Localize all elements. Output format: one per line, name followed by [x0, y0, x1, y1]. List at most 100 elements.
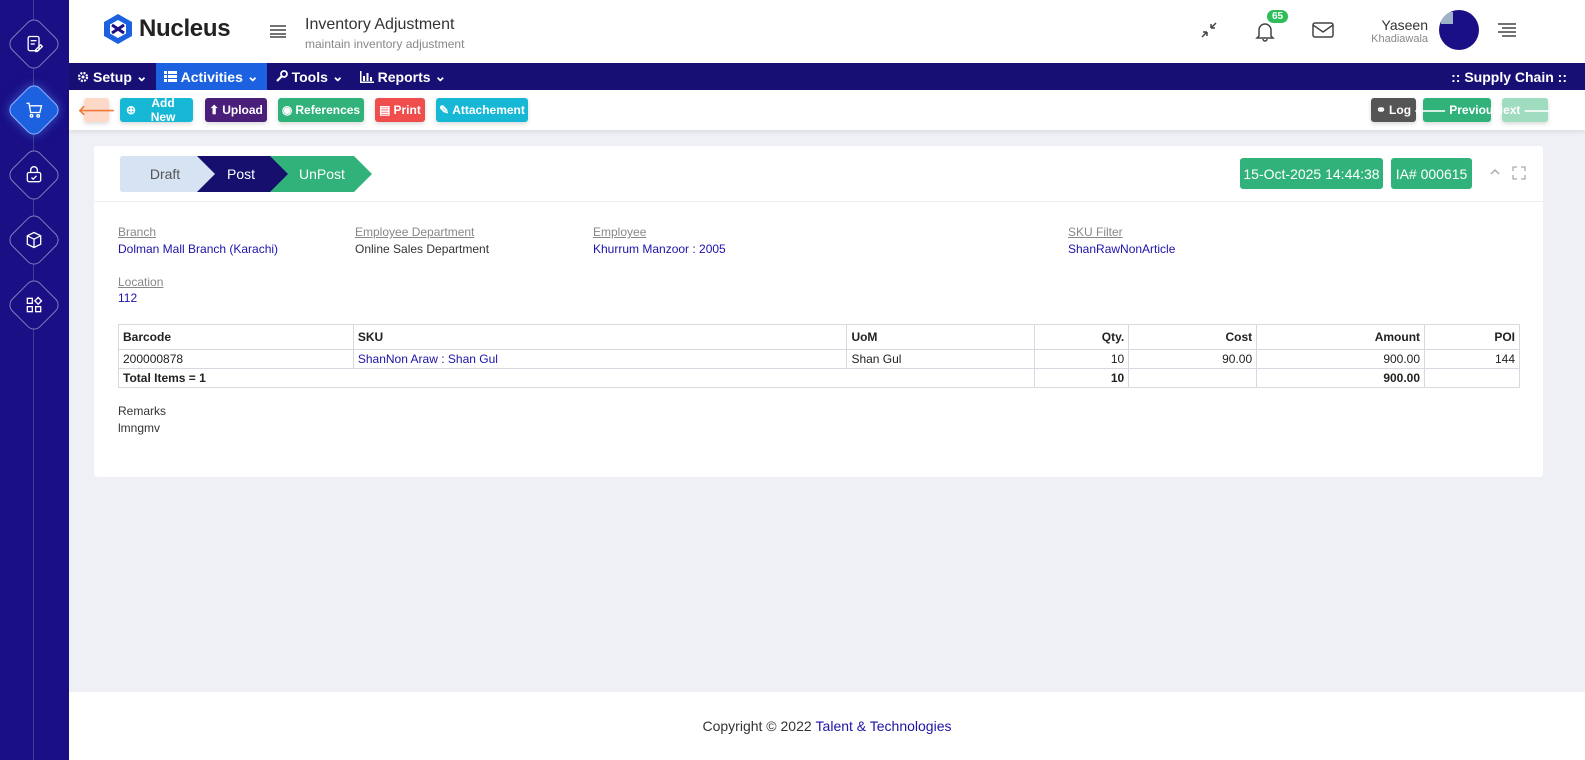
card-header: Draft Post UnPost 15-Oct-2025 14:44:38 I… [94, 146, 1543, 202]
paperclip-icon: ✎ [439, 103, 450, 117]
step-unpost[interactable]: UnPost [282, 156, 362, 192]
log-button[interactable]: ⚭ Log [1371, 98, 1416, 122]
chevron-down-icon: ⌄ [135, 68, 148, 84]
page-title: Inventory Adjustment [305, 16, 455, 33]
col-poi: POI [1424, 324, 1520, 350]
nav-reports[interactable]: Reports ⌄ [352, 63, 455, 90]
upload-label: Upload [222, 103, 263, 117]
upload-button[interactable]: ⬆ Upload [205, 98, 267, 122]
pdf-icon: ▤ [379, 103, 391, 117]
upload-icon: ⬆ [209, 103, 220, 117]
arrow-left-icon: 🡐 [77, 101, 116, 118]
datetime-tag: 15-Oct-2025 14:44:38 [1240, 158, 1383, 189]
cell-qty: 10 [1034, 349, 1130, 369]
notification-badge: 65 [1267, 10, 1289, 23]
total-cost-empty [1128, 368, 1258, 388]
references-label: References [295, 103, 361, 117]
avatar[interactable] [1439, 10, 1479, 50]
total-qty: 10 [1034, 368, 1130, 388]
col-amount: Amount [1256, 324, 1426, 350]
rail-item-supply-chain[interactable] [5, 81, 63, 139]
sku-filter-value: ShanRawNonArticle [1068, 242, 1176, 256]
main-navbar: Setup ⌄ Activities ⌄ Tools ⌄ Reports ⌄ :… [69, 63, 1585, 90]
collapse-icon[interactable] [1199, 20, 1219, 43]
total-amount: 900.00 [1256, 368, 1426, 388]
branch-value: Dolman Mall Branch (Karachi) [118, 242, 279, 256]
previous-button[interactable]: 🡐 Previous [1414, 98, 1500, 122]
back-button[interactable]: 🡐 [78, 98, 115, 122]
rail-item-apps[interactable] [5, 276, 63, 334]
page-subtitle: maintain inventory adjustment [305, 37, 465, 51]
cell-uom: Shan Gul [846, 349, 1036, 369]
rail-item-documents[interactable] [5, 15, 63, 73]
employee-label: Employee [593, 225, 647, 239]
references-button[interactable]: ◉ References [278, 98, 364, 122]
nav-activities[interactable]: Activities ⌄ [155, 63, 267, 90]
menu-toggle-icon[interactable] [269, 24, 287, 41]
plus-circle-icon: ⊕ [126, 103, 137, 117]
basket-check-icon [26, 166, 42, 183]
employee-department-label: Employee Department [355, 225, 475, 239]
bell-icon[interactable] [1254, 20, 1276, 45]
attachment-label: Attachement [452, 103, 525, 117]
chevron-down-icon: ⌄ [331, 68, 344, 84]
employee-value: Khurrum Manzoor : 2005 [593, 242, 726, 256]
attachment-button[interactable]: ✎ Attachement [436, 98, 528, 122]
footer: Copyright © 2022 Talent & Technologies [69, 692, 1585, 760]
bar-chart-icon [359, 70, 374, 83]
nav-activities-label: Activities [180, 68, 243, 85]
fullscreen-icon[interactable] [1512, 166, 1526, 183]
list-icon [163, 71, 177, 82]
company-link[interactable]: Talent & Technologies [816, 718, 952, 734]
right-menu-icon[interactable] [1497, 22, 1517, 41]
module-label: :: Supply Chain :: [1451, 68, 1567, 85]
table-row[interactable]: 200000878 ShanNon Araw : Shan Gul Shan G… [118, 349, 1520, 369]
next-button[interactable]: Next 🡒 [1494, 98, 1556, 122]
chevron-down-icon: ⌄ [246, 68, 259, 84]
cell-sku[interactable]: ShanNon Araw : Shan Gul [352, 349, 848, 369]
top-header: Nucleus Inventory Adjustment maintain in… [69, 0, 1585, 63]
chevron-down-icon: ⌄ [434, 68, 447, 84]
table-header-row: Barcode SKU UoM Qty. Cost Amount POI [118, 324, 1520, 350]
document-edit-icon [27, 35, 44, 53]
nav-setup[interactable]: Setup ⌄ [69, 63, 156, 90]
remarks-label: Remarks [118, 404, 167, 418]
nav-tools[interactable]: Tools ⌄ [267, 63, 352, 90]
print-button[interactable]: ▤ Print [375, 98, 425, 122]
wrench-icon [275, 70, 288, 82]
arrow-right-icon: 🡒 [1523, 103, 1556, 118]
cart-icon [26, 102, 43, 118]
next-label: Next [1494, 103, 1521, 117]
document-card: Draft Post UnPost 15-Oct-2025 14:44:38 I… [94, 146, 1543, 477]
rail-item-inventory[interactable] [5, 211, 63, 269]
step-post[interactable]: Post [206, 156, 276, 192]
logo[interactable]: Nucleus [101, 12, 231, 46]
log-label: Log [1389, 103, 1412, 117]
col-qty: Qty. [1034, 324, 1130, 350]
cell-amount: 900.00 [1256, 349, 1426, 369]
location-value: 112 [118, 291, 138, 305]
rail-item-purchase[interactable] [5, 146, 63, 204]
mail-icon[interactable] [1311, 20, 1335, 43]
cell-poi: 144 [1424, 349, 1520, 369]
remarks-value: lmngmv [118, 421, 161, 435]
total-items-label: Total Items = 1 [117, 368, 1036, 388]
col-sku: SKU [352, 324, 848, 350]
nucleus-logo-icon [104, 14, 132, 44]
arrow-left-icon: 🡐 [1414, 103, 1447, 118]
logo-text: Nucleus [139, 15, 231, 42]
branch-label: Branch [118, 225, 157, 239]
previous-label: Previous [1449, 103, 1500, 117]
gear-icon [77, 71, 89, 82]
left-rail [0, 0, 69, 760]
user-surname: Khadiawala [1371, 33, 1428, 45]
user-name: Yaseen [1381, 17, 1428, 33]
chevron-up-icon[interactable] [1489, 166, 1501, 181]
step-draft[interactable]: Draft [120, 156, 210, 192]
col-cost: Cost [1128, 324, 1258, 350]
link-icon: ⚭ [1375, 103, 1387, 117]
nav-setup-label: Setup [93, 68, 132, 85]
employee-department-value: Online Sales Department [355, 242, 490, 256]
print-label: Print [393, 103, 421, 117]
add-new-button[interactable]: ⊕ Add New [120, 96, 193, 124]
